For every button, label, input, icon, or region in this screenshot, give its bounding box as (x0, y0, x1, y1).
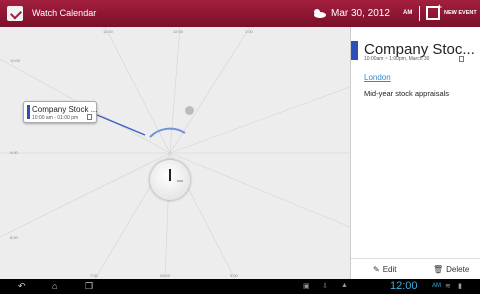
hour-label: 5:00 (230, 273, 238, 278)
wifi-icon: ≋ (445, 283, 451, 290)
weather-icon (314, 9, 326, 18)
event-detail-pane: Company Stoc... 10:00am ~ 1:00pm, March … (350, 27, 480, 279)
usb-icon: ⇩ (322, 283, 328, 290)
event-color-bar (27, 105, 30, 119)
edit-label: Edit (382, 265, 397, 274)
delete-button[interactable]: 🗑 Delete (433, 265, 469, 274)
hour-label: 1:00 (245, 29, 253, 34)
pencil-icon: ✎ (373, 265, 380, 274)
app-title: Watch Calendar (32, 8, 97, 18)
drag-handle[interactable] (185, 106, 194, 115)
ampm-toggle[interactable]: AM (403, 10, 412, 16)
hour-label: 7:00 (90, 273, 98, 278)
event-time: 10:00am ~ 1:00pm, March 30 (364, 56, 430, 62)
back-icon[interactable]: ↶ (18, 281, 26, 292)
event-card-time: 10:00 am - 01:00 pm (32, 115, 79, 121)
system-ampm: AM (432, 283, 441, 289)
clock-time-tag: 9:00 (177, 179, 183, 183)
event-card-title: Company Stock ... (32, 105, 98, 114)
clock-dial-lines (0, 27, 350, 279)
event-card[interactable]: Company Stock ... 10:00 am - 01:00 pm (23, 101, 97, 123)
system-clock[interactable]: 12:00 (390, 280, 418, 292)
event-description: Mid-year stock appraisals (364, 89, 450, 98)
new-event-button[interactable]: NEW EVENT (444, 10, 477, 16)
clock-hand (169, 169, 171, 181)
recent-apps-icon[interactable]: ❐ (85, 281, 93, 292)
trash-icon: 🗑 (433, 265, 444, 274)
hour-label: 10:00 (10, 58, 21, 63)
home-icon[interactable]: ⌂ (52, 281, 57, 291)
clock-face[interactable]: 9:00 (150, 160, 190, 200)
event-arc (149, 127, 186, 138)
hour-label: 9:00 (10, 150, 18, 155)
event-connector-line (96, 114, 146, 136)
current-date[interactable]: Mar 30, 2012 (331, 8, 390, 19)
edit-button[interactable]: ✎ Edit (373, 265, 397, 274)
screenshot-icon: ▣ (303, 283, 310, 290)
watch-clock-view[interactable]: 11:00 12:00 1:00 10:00 9:00 8:00 7:00 06… (0, 27, 350, 279)
hour-label: 8:00 (10, 235, 18, 240)
new-event-icon[interactable] (426, 2, 442, 20)
trash-icon[interactable] (87, 114, 92, 120)
warning-icon: ▲ (341, 282, 348, 289)
divider (419, 6, 420, 21)
detail-footer: ✎ Edit 🗑 Delete (351, 258, 480, 279)
hour-label: 11:00 (103, 29, 113, 34)
action-bar: Watch Calendar Mar 30, 2012 AM NEW EVENT (0, 0, 480, 27)
battery-icon: ▮ (458, 283, 462, 290)
calendar-app-icon[interactable] (7, 6, 23, 21)
event-color-bar (351, 41, 358, 60)
trash-icon[interactable] (459, 56, 464, 62)
hour-label: 06:00 (160, 273, 171, 278)
event-location-link[interactable]: London (364, 73, 391, 82)
delete-label: Delete (446, 265, 470, 274)
hour-label: 12:00 (173, 29, 184, 34)
system-bar: ↶ ⌂ ❐ ▣ ⇩ ▲ 12:00 AM ≋ ▮ (0, 279, 480, 294)
